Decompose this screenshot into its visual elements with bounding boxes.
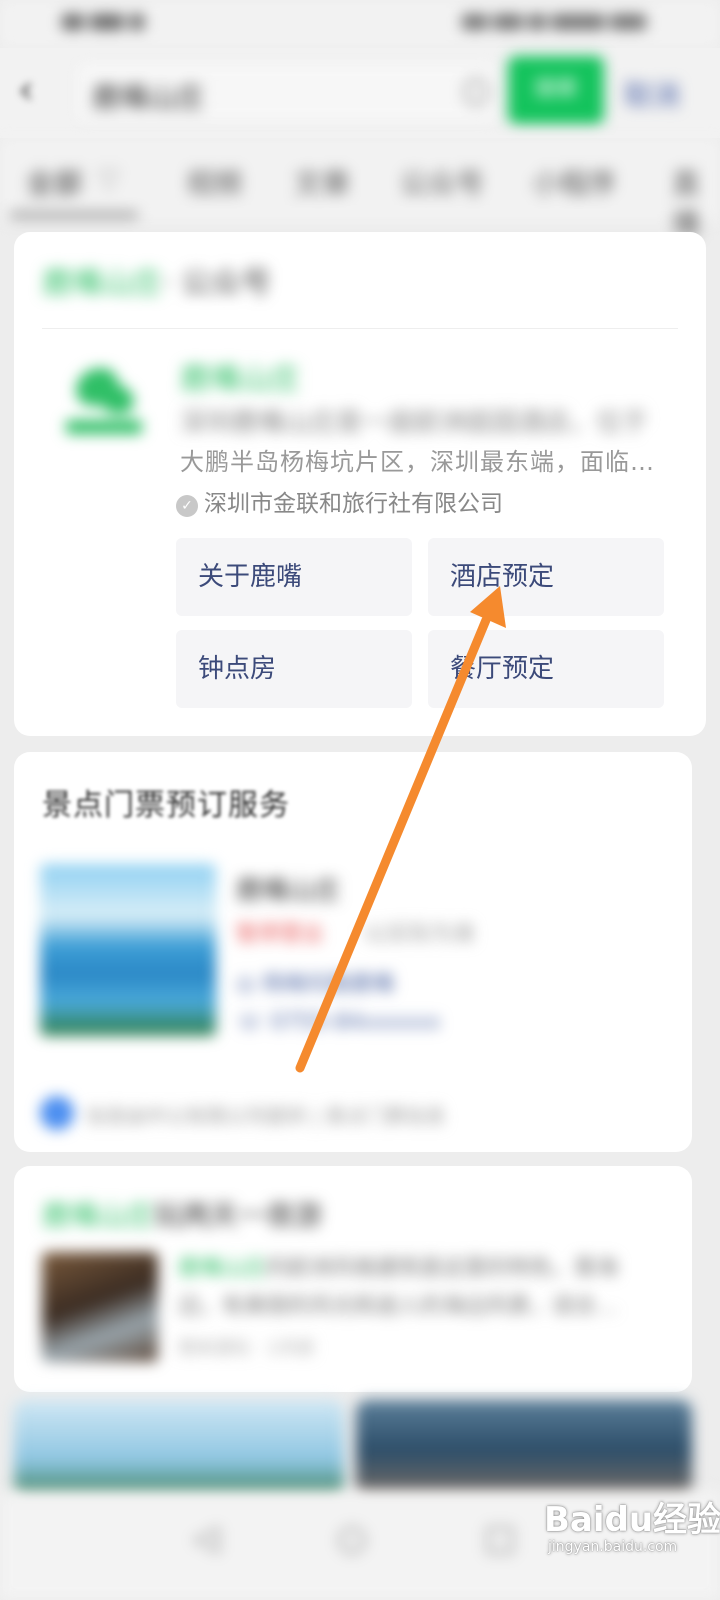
nav-home-icon[interactable]: ○ (332, 1518, 372, 1558)
status-bar (0, 0, 720, 48)
menu-about[interactable]: 关于鹿嘴 (176, 538, 412, 616)
tab-official-account[interactable]: 公众号 (400, 162, 484, 202)
tab-article[interactable]: 文章 (294, 162, 350, 202)
tab-live[interactable]: 直播 (672, 162, 720, 242)
ticket-service-card: 景点门票预订服务 鹿嘴山庄 暂停营业 ·以实际为准 ◎ 杨梅坑路鹿嘴 ☏ 075… (14, 752, 692, 1152)
article-title[interactable]: 鹿嘴山庄玩两天一夜游 (42, 1194, 322, 1234)
result-image-right[interactable] (356, 1400, 692, 1500)
search-header: ‹ 鹿嘴山庄 搜索 取消 (0, 48, 720, 138)
account-logo[interactable] (58, 360, 146, 444)
account-name[interactable]: 鹿嘴山庄 (180, 354, 300, 398)
baidu-watermark: Baidu经验 jingyan.baidu.com (544, 1500, 720, 1555)
poi-thumbnail[interactable] (40, 864, 216, 1036)
tab-mini-program[interactable]: 小程序 (532, 162, 616, 202)
divider (42, 328, 678, 329)
cancel-button[interactable]: 取消 (624, 74, 680, 114)
card-title: 鹿嘴山庄· 公众号 (42, 266, 272, 301)
tab-filter-icon[interactable]: ▽ (98, 162, 120, 195)
account-company: ✓ 深圳市金联和旅行社有限公司 (176, 484, 503, 518)
card-title: 景点门票预订服务 (42, 788, 290, 823)
article-snippet-line1: 鹿嘴山庄的欧洲风格建筑是这里的特色，靠海 (178, 1256, 619, 1281)
provider-info: 信息由中公有限公司提供 | 景点门票信息 (86, 1104, 446, 1128)
article-thumbnail[interactable] (42, 1252, 158, 1362)
result-image-left[interactable] (14, 1400, 344, 1500)
menu-hourly-room[interactable]: 钟点房 (176, 630, 412, 708)
search-query: 鹿嘴山庄 (92, 81, 205, 114)
account-description-line1: 深圳鹿嘴山庄是一座欧洲庭园酒店，位于 (180, 408, 649, 438)
article-card: 鹿嘴山庄玩两天一夜游 鹿嘴山庄的欧洲风格建筑是这里的特色，靠海 边，有美丽的风光… (14, 1166, 692, 1392)
nav-recent-icon[interactable]: □ (480, 1518, 520, 1558)
poi-address[interactable]: ◎ 杨梅坑路鹿嘴 (236, 966, 394, 998)
tab-video[interactable]: 视频 (186, 162, 242, 202)
article-meta: 周末游玩 · 1天前 (178, 1338, 315, 1359)
back-arrow-icon[interactable]: ‹ (18, 70, 34, 110)
search-tabs: 全部 ▽ 视频 文章 公众号 小程序 直播 (0, 138, 720, 240)
search-button[interactable]: 搜索 (508, 56, 604, 124)
poi-name[interactable]: 鹿嘴山庄 (236, 870, 340, 907)
tab-all[interactable]: 全部 (26, 162, 82, 202)
poi-status-note: ·以实际为准 (358, 922, 475, 947)
active-tab-indicator (10, 212, 138, 218)
account-description-line2: 大鹏半岛杨梅坑片区，深圳最东端，面临大海… (180, 448, 660, 476)
article-snippet-line2: 边，有美丽的风光和迷人的海边风景，适合… (178, 1294, 619, 1319)
poi-phone[interactable]: ☏ 0755-84xxxxxx (236, 1010, 441, 1035)
signal-indicators (62, 14, 158, 32)
provider-icon (40, 1096, 74, 1130)
menu-hotel-booking[interactable]: 酒店预定 (428, 538, 664, 616)
location-pin-icon: ◎ (236, 972, 263, 997)
menu-restaurant-booking[interactable]: 餐厅预定 (428, 630, 664, 708)
verified-icon: ✓ (176, 495, 198, 517)
mic-icon[interactable] (464, 78, 488, 106)
poi-status-badge: 暂停营业 (236, 922, 325, 947)
nav-back-icon[interactable]: ◁ (186, 1518, 226, 1558)
search-input[interactable]: 鹿嘴山庄 (78, 64, 496, 120)
status-icons (456, 14, 646, 32)
official-account-card: 鹿嘴山庄· 公众号 鹿嘴山庄 深圳鹿嘴山庄是一座欧洲庭园酒店，位于 大鹏半岛杨梅… (14, 232, 706, 736)
company-name: 深圳市金联和旅行社有限公司 (204, 491, 503, 517)
phone-icon: ☏ (236, 1010, 271, 1035)
